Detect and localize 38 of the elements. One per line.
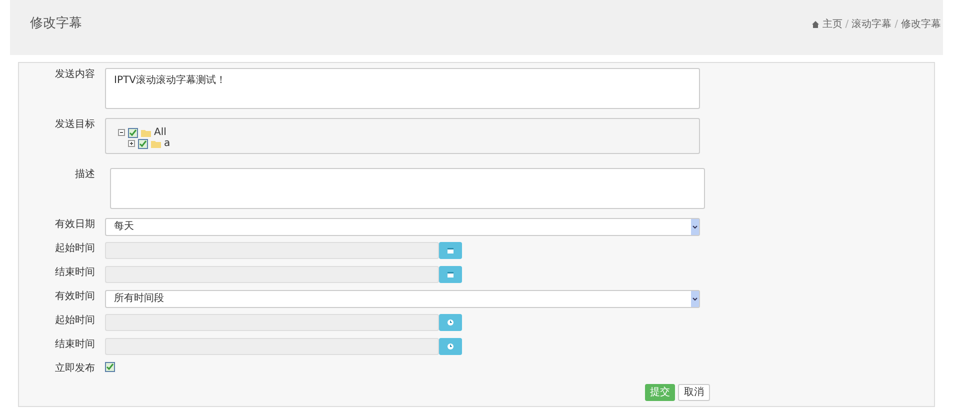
tree-item[interactable]: All xyxy=(154,128,166,138)
collapse-icon[interactable] xyxy=(118,129,125,136)
breadcrumb-item[interactable]: 主页 xyxy=(822,17,842,32)
calendar-icon xyxy=(447,247,454,254)
field-label: 起始时间 xyxy=(54,314,95,326)
breadcrumb-item: 修改字幕 xyxy=(901,18,941,32)
chevron-down-icon xyxy=(691,219,699,235)
checkbox[interactable] xyxy=(105,362,115,372)
field-label: 描述 xyxy=(74,168,95,180)
field-label: 发送内容 xyxy=(54,68,95,80)
expand-icon[interactable] xyxy=(128,140,135,147)
breadcrumb-separator: / xyxy=(845,18,849,32)
breadcrumb-separator: / xyxy=(894,18,898,32)
clock-icon xyxy=(447,343,454,350)
clock-icon xyxy=(447,319,454,326)
select-field[interactable]: 所有时间段 xyxy=(105,290,700,308)
chevron-down-icon xyxy=(691,291,699,307)
field-label: 有效日期 xyxy=(54,218,95,230)
field-label: 立即发布 xyxy=(54,362,95,374)
calendar-icon xyxy=(447,271,454,278)
checkbox[interactable] xyxy=(138,138,148,148)
field-label: 结束时间 xyxy=(54,266,95,278)
picker-button[interactable] xyxy=(439,314,462,331)
select-field[interactable]: 每天 xyxy=(105,218,700,236)
breadcrumb-item[interactable]: 滚动字幕 xyxy=(852,17,892,32)
home-icon xyxy=(812,21,820,28)
field-label: 起始时间 xyxy=(54,242,95,254)
tree-item[interactable]: a xyxy=(164,138,170,148)
text-area[interactable]: IPTV滚动滚动字幕测试！ xyxy=(105,68,700,109)
field-label: 发送目标 xyxy=(54,118,95,130)
field-label: 结束时间 xyxy=(54,338,95,350)
checkbox[interactable] xyxy=(128,128,138,138)
cancel-button[interactable]: 取消 xyxy=(678,384,710,401)
picker-button[interactable] xyxy=(439,338,462,355)
page-title: 修改字幕 xyxy=(30,15,82,33)
field-label: 有效时间 xyxy=(54,290,95,302)
picker-button[interactable] xyxy=(439,242,462,259)
picker-button[interactable] xyxy=(439,266,462,283)
